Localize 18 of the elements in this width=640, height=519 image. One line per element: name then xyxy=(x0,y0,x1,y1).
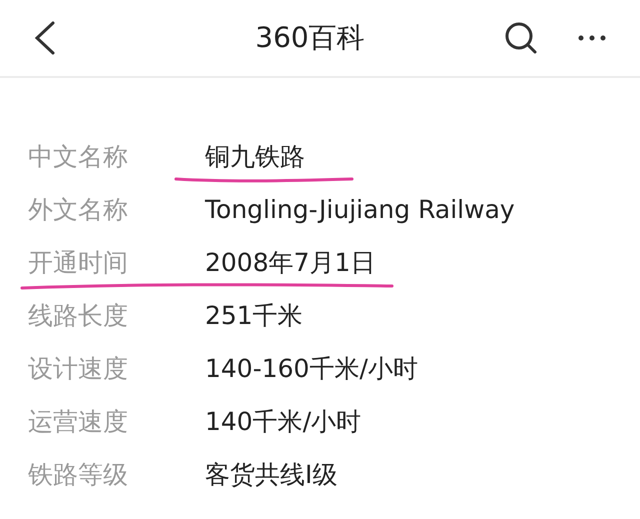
field-label: 中文名称 xyxy=(28,140,129,173)
field-value: Tongling-Jiujiang Railway xyxy=(205,194,515,226)
field-label: 设计速度 xyxy=(28,352,129,385)
field-value: 140千米/小时 xyxy=(205,406,362,438)
field-value: 251千米 xyxy=(205,300,303,332)
field-label: 外文名称 xyxy=(28,194,129,226)
field-value: 140-160千米/小时 xyxy=(205,352,418,385)
field-label: 线路长度 xyxy=(28,300,129,332)
field-value: 铜九铁路 xyxy=(205,140,305,173)
field-value: 客货共线I级 xyxy=(205,458,338,491)
field-value: 2008年7月1日 xyxy=(205,246,376,279)
page-title: 360百科 xyxy=(255,20,365,56)
search-icon[interactable] xyxy=(504,21,538,55)
field-label: 运营速度 xyxy=(28,406,129,438)
back-icon[interactable] xyxy=(34,21,56,55)
field-label: 开通时间 xyxy=(28,246,129,279)
more-icon[interactable] xyxy=(578,35,606,41)
field-label: 铁路等级 xyxy=(28,458,129,491)
